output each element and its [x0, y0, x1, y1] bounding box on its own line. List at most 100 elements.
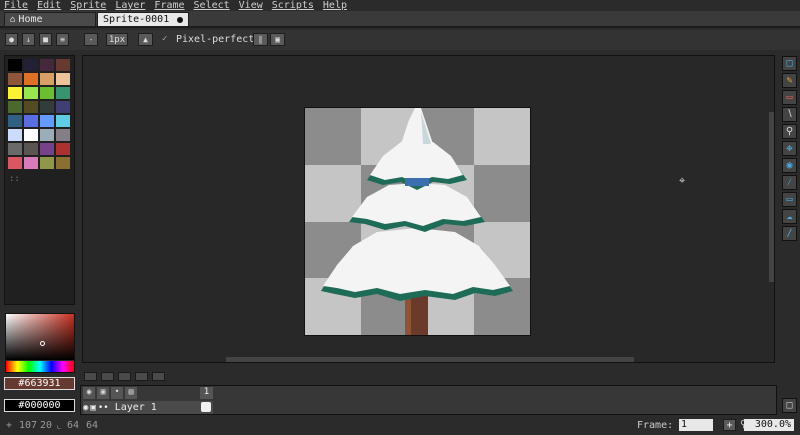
- marquee-icon[interactable]: □: [782, 56, 797, 71]
- tab-sprite[interactable]: Sprite-0001: [97, 12, 189, 27]
- palette-swatch[interactable]: [8, 129, 22, 141]
- tab-sprite-label: Sprite-0001: [103, 14, 170, 25]
- last-frame-button[interactable]: [152, 372, 165, 381]
- palette-swatch[interactable]: [40, 129, 54, 141]
- palette-swatch[interactable]: [40, 157, 54, 169]
- palette-swatch[interactable]: [8, 143, 22, 155]
- tiled-mode-icon[interactable]: ▣: [270, 33, 285, 46]
- menu-select[interactable]: Select: [194, 0, 230, 11]
- pencil-icon[interactable]: ✎: [782, 73, 797, 88]
- palette-swatch[interactable]: [56, 59, 70, 71]
- line-icon[interactable]: ⁄: [782, 175, 797, 190]
- prev-frame-button[interactable]: [101, 372, 114, 381]
- lock-icon[interactable]: ▣: [90, 403, 95, 413]
- palette-swatch[interactable]: [40, 115, 54, 127]
- palette-swatch[interactable]: [8, 87, 22, 99]
- palette-swatch[interactable]: [24, 143, 38, 155]
- palette-swatch[interactable]: [56, 129, 70, 141]
- brush-shape-icon[interactable]: -: [84, 33, 98, 46]
- zoom-field[interactable]: 300.0%: [744, 419, 794, 431]
- menu-view[interactable]: View: [239, 0, 263, 11]
- lock-header-icon[interactable]: ▣: [97, 387, 109, 399]
- palette-swatch[interactable]: [8, 59, 22, 71]
- background-color-button[interactable]: #000000: [4, 399, 75, 412]
- menu-file[interactable]: File: [4, 0, 28, 11]
- frame-header-1[interactable]: 1: [200, 387, 213, 399]
- palette-swatch[interactable]: [8, 115, 22, 127]
- brush-square-icon[interactable]: ■: [39, 33, 52, 46]
- palette-swatch[interactable]: [24, 115, 38, 127]
- menu-scripts[interactable]: Scripts: [272, 0, 314, 11]
- tab-home[interactable]: ⌂ Home: [4, 12, 96, 27]
- menu-lines-icon[interactable]: ≡: [56, 33, 69, 46]
- layer-header-icons: ◉ ▣ • ▤: [83, 387, 141, 399]
- bucket-icon[interactable]: ◉: [782, 158, 797, 173]
- palette-swatch[interactable]: [24, 87, 38, 99]
- palette-swatch[interactable]: [40, 101, 54, 113]
- palette-swatch[interactable]: [8, 73, 22, 85]
- palette-swatch[interactable]: [40, 143, 54, 155]
- menu-help[interactable]: Help: [323, 0, 347, 11]
- move-icon[interactable]: ✥: [782, 141, 797, 156]
- foreground-color-button[interactable]: #663931: [4, 377, 75, 390]
- palette-swatch[interactable]: [40, 59, 54, 71]
- cursor-x: 107: [19, 420, 38, 431]
- palette-swatch[interactable]: [56, 157, 70, 169]
- continuous-header-icon[interactable]: •: [111, 387, 123, 399]
- group-header-icon[interactable]: ▤: [125, 387, 137, 399]
- tree-sprite: [305, 108, 530, 335]
- menu-frame[interactable]: Frame: [154, 0, 184, 11]
- zoom-icon[interactable]: ⚲: [782, 124, 797, 139]
- tab-bar: ⌂ Home Sprite-0001: [0, 11, 800, 28]
- rectangle-icon[interactable]: ▭: [782, 192, 797, 207]
- palette-swatch[interactable]: [56, 101, 70, 113]
- hue-slider[interactable]: [6, 361, 74, 372]
- menu-layer[interactable]: Layer: [115, 0, 145, 11]
- tab-home-label: Home: [18, 14, 43, 25]
- palette-swatch[interactable]: [8, 101, 22, 113]
- status-bar: + 107 20 ⌞ 64 64 Frame: 1 + ⚲ 300.0%: [0, 417, 800, 435]
- symmetry-icon[interactable]: ∥: [253, 33, 268, 46]
- vertical-scrollbar[interactable]: [769, 112, 774, 282]
- blur-icon[interactable]: ☁: [782, 209, 797, 224]
- palette-swatch[interactable]: [56, 73, 70, 85]
- eye-icon[interactable]: ◉: [83, 403, 88, 413]
- ink-icon[interactable]: ∕: [782, 226, 797, 241]
- palette-swatch[interactable]: [40, 87, 54, 99]
- eraser-icon[interactable]: ▭: [782, 90, 797, 105]
- eye-header-icon[interactable]: ◉: [83, 387, 95, 399]
- palette-swatch[interactable]: [56, 115, 70, 127]
- brush-size-field[interactable]: 1px: [106, 33, 128, 46]
- palette-swatch[interactable]: [24, 129, 38, 141]
- next-frame-button[interactable]: [135, 372, 148, 381]
- horizontal-scrollbar[interactable]: [226, 357, 634, 362]
- menu-edit[interactable]: Edit: [37, 0, 61, 11]
- timeline-toggle-icon[interactable]: □: [782, 398, 797, 413]
- menu-sprite[interactable]: Sprite: [70, 0, 106, 11]
- first-frame-button[interactable]: [84, 372, 97, 381]
- play-button[interactable]: [118, 372, 131, 381]
- palette-resize-handle[interactable]: ::: [9, 174, 20, 184]
- continuous-icon[interactable]: ••: [98, 403, 109, 413]
- palette-swatch[interactable]: [8, 157, 22, 169]
- frame-label: Frame:: [637, 420, 674, 431]
- palette-swatch[interactable]: [40, 73, 54, 85]
- sprite-canvas[interactable]: [304, 107, 531, 336]
- palette-swatch[interactable]: [24, 157, 38, 169]
- add-frame-icon[interactable]: +: [723, 419, 736, 431]
- cel-frame-1[interactable]: [201, 402, 211, 412]
- color-spectrum-picker[interactable]: [5, 313, 75, 373]
- palette-swatch[interactable]: [24, 101, 38, 113]
- pixel-perfect-check-icon[interactable]: ✓: [162, 34, 167, 44]
- palette-swatch[interactable]: [24, 59, 38, 71]
- palette-swatch[interactable]: [56, 143, 70, 155]
- ink-mode-icon[interactable]: ●: [5, 33, 18, 46]
- ink-down-icon[interactable]: ↓: [22, 33, 35, 46]
- modified-dot-icon[interactable]: [177, 17, 183, 23]
- eyedropper-icon[interactable]: ∖: [782, 107, 797, 122]
- brush-angle-icon[interactable]: ▲: [138, 33, 153, 46]
- palette-swatch[interactable]: [56, 87, 70, 99]
- palette-swatch[interactable]: [24, 73, 38, 85]
- frame-field[interactable]: 1: [679, 419, 713, 431]
- layer-row[interactable]: ◉ ▣ •• Layer 1: [83, 401, 213, 414]
